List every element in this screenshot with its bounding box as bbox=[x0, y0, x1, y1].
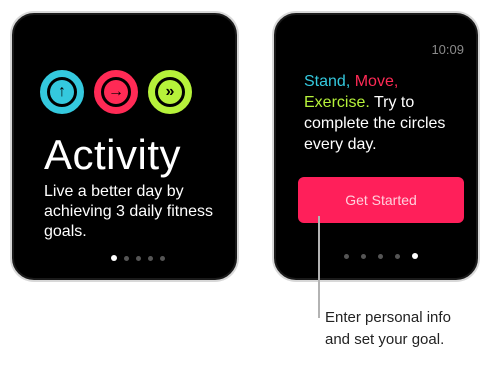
page-dot[interactable] bbox=[136, 255, 141, 261]
stand-ring-icon: ↑ bbox=[40, 70, 84, 114]
arrow-right-icon: → bbox=[104, 80, 128, 104]
page-indicator bbox=[344, 253, 418, 259]
activity-title: Activity bbox=[44, 131, 182, 178]
watch-screen-get-started: 10:09 Stand, Move, Exercise. Try to comp… bbox=[274, 13, 478, 280]
page-dot[interactable] bbox=[160, 255, 165, 261]
clock-time: 10:09 bbox=[431, 42, 464, 57]
page-dot[interactable] bbox=[344, 253, 349, 259]
page-dot[interactable] bbox=[148, 255, 153, 261]
page-dot[interactable] bbox=[361, 253, 366, 259]
watch-screen-activity-intro: ↑ → » Activity Live a better day by achi… bbox=[12, 13, 237, 280]
goal-word-exercise: Exercise. bbox=[304, 94, 370, 111]
double-arrow-right-icon: » bbox=[158, 80, 182, 104]
page-dot[interactable] bbox=[412, 253, 418, 259]
page-dot[interactable] bbox=[111, 255, 117, 261]
page-indicator bbox=[111, 255, 165, 261]
move-ring-icon: → bbox=[94, 70, 138, 114]
page-dot[interactable] bbox=[124, 255, 129, 261]
callout-line bbox=[318, 216, 320, 318]
goal-word-stand: Stand, bbox=[304, 73, 351, 90]
get-started-button[interactable]: Get Started bbox=[298, 177, 464, 223]
goal-word-move: Move, bbox=[354, 73, 399, 90]
callout-text: Enter personal info and set your goal. bbox=[325, 309, 451, 348]
arrow-up-icon: ↑ bbox=[50, 80, 74, 104]
exercise-ring-icon: » bbox=[148, 70, 192, 114]
page-dot[interactable] bbox=[395, 253, 400, 259]
page-dot[interactable] bbox=[378, 253, 383, 259]
goal-instructions: Stand, Move, Exercise. Try to complete t… bbox=[304, 71, 464, 155]
activity-description: Live a better day by achieving 3 daily f… bbox=[44, 183, 213, 240]
